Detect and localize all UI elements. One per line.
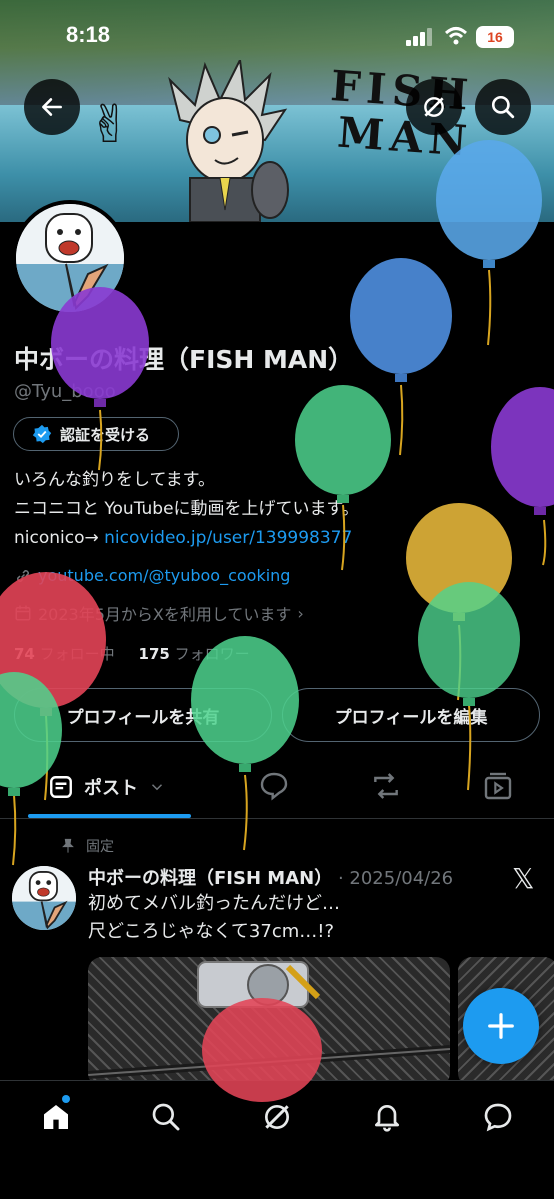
edit-profile-button[interactable]: プロフィールを編集 xyxy=(282,688,540,742)
pin-icon xyxy=(62,838,74,853)
bio-line: いろんな釣りをしてます。 xyxy=(14,470,215,490)
balloon xyxy=(350,258,452,456)
verified-badge-icon xyxy=(32,424,52,444)
cellular-signal-icon xyxy=(406,28,432,46)
status-bar: 8:18 16 xyxy=(0,18,554,58)
grok-button[interactable] xyxy=(406,79,462,135)
following-count: 74 xyxy=(14,645,35,663)
bio-line: ニコニコと YouTubeに動画を上げています。 xyxy=(14,499,359,519)
niconico-link[interactable]: nicovideo.jp/user/139998377 xyxy=(104,528,352,548)
post-image[interactable] xyxy=(88,957,450,1087)
search-icon xyxy=(491,95,515,119)
get-verified-button[interactable]: 認証を受ける xyxy=(13,417,179,451)
post-header: 中ボーの料理（FISH MAN） · 2025/04/26 xyxy=(88,864,453,890)
repost-icon[interactable] xyxy=(369,770,403,802)
share-profile-button[interactable]: プロフィールを共有 xyxy=(14,688,272,742)
pinned-indicator: 固定 xyxy=(60,836,114,856)
back-button[interactable] xyxy=(24,79,80,135)
post-author-avatar[interactable] xyxy=(12,866,76,930)
search-button[interactable] xyxy=(475,79,531,135)
avatar-illustration xyxy=(12,866,76,930)
back-arrow-icon xyxy=(42,98,62,116)
status-time: 8:18 xyxy=(66,22,111,47)
tab-posts[interactable]: ポスト xyxy=(48,774,166,800)
message-icon xyxy=(484,1103,512,1132)
get-verified-label: 認証を受ける xyxy=(60,425,151,444)
link-icon xyxy=(17,569,29,582)
profile-handle: @Tyu_booo xyxy=(14,381,116,402)
fishing-reel-illustration xyxy=(88,961,450,1079)
plus-icon xyxy=(488,1013,514,1039)
balloon xyxy=(491,387,554,566)
x-logo-icon: 𝕏 xyxy=(512,862,535,895)
posts-tab-icon xyxy=(50,776,72,798)
grok-icon xyxy=(265,1105,289,1129)
nav-home[interactable] xyxy=(36,1095,76,1137)
post-date: · 2025/04/26 xyxy=(337,868,454,889)
profile-display-name: 中ボーの料理（FISH MAN） xyxy=(14,345,354,374)
pinned-label: 固定 xyxy=(86,839,114,855)
avatar-illustration xyxy=(16,204,124,312)
balloon xyxy=(406,503,512,701)
chevron-down-icon xyxy=(151,784,163,791)
bio-line: niconico→ nicovideo.jp/user/139998377 xyxy=(14,524,359,553)
followers-label: フォロワー xyxy=(174,645,250,663)
post-text-line: 初めてメバル釣ったんだけど… xyxy=(88,893,340,914)
search-icon xyxy=(152,1103,180,1131)
reply-icon[interactable] xyxy=(258,770,290,802)
post-text-line: 尺どころじゃなくて37cm…!? xyxy=(88,921,335,942)
post-author-name[interactable]: 中ボーの料理（FISH MAN） xyxy=(88,868,332,889)
followers-link[interactable]: 175 フォロワー xyxy=(139,645,250,663)
tab-posts-label: ポスト xyxy=(84,778,138,799)
bio-prefix: niconico→ xyxy=(14,528,105,548)
nav-notifications[interactable] xyxy=(367,1097,407,1137)
banner-character-illustration xyxy=(168,60,289,222)
website-link[interactable]: youtube.com/@tyuboo_cooking xyxy=(38,566,290,585)
nav-grok[interactable] xyxy=(257,1097,297,1137)
chevron-right-icon: › xyxy=(297,603,304,623)
follow-counts: 74 フォロー中 175 フォロワー xyxy=(14,643,250,664)
post-text[interactable]: 初めてメバル釣ったんだけど… 尺どころじゃなくて37cm…!? xyxy=(88,890,340,946)
profile-bio: いろんな釣りをしてます。 ニコニコと YouTubeに動画を上げています。 ni… xyxy=(14,466,359,553)
compose-button[interactable] xyxy=(463,988,539,1064)
grok-icon xyxy=(424,97,444,117)
unread-dot xyxy=(62,1095,70,1103)
nav-messages[interactable] xyxy=(478,1097,518,1137)
battery-indicator: 16 xyxy=(476,26,514,48)
wifi-icon xyxy=(444,27,468,45)
profile-avatar[interactable] xyxy=(12,200,128,316)
following-label: フォロー中 xyxy=(39,645,115,663)
joined-text: 2023年5月からXを利用しています xyxy=(38,605,292,624)
profile-website: youtube.com/@tyuboo_cooking xyxy=(14,566,290,585)
home-icon xyxy=(44,1105,68,1129)
media-icon[interactable] xyxy=(482,770,514,802)
calendar-icon xyxy=(15,605,31,621)
tabs-divider xyxy=(0,818,554,819)
following-link[interactable]: 74 フォロー中 xyxy=(14,645,115,663)
bottom-navigation xyxy=(0,1080,554,1199)
banner-peace-sign: ✌ xyxy=(88,95,132,155)
bell-icon xyxy=(375,1105,399,1132)
nav-search[interactable] xyxy=(146,1097,186,1137)
profile-tabs: ポスト xyxy=(0,758,554,818)
profile-joined[interactable]: 2023年5月からXを利用しています › xyxy=(14,601,304,625)
followers-count: 175 xyxy=(138,645,170,663)
